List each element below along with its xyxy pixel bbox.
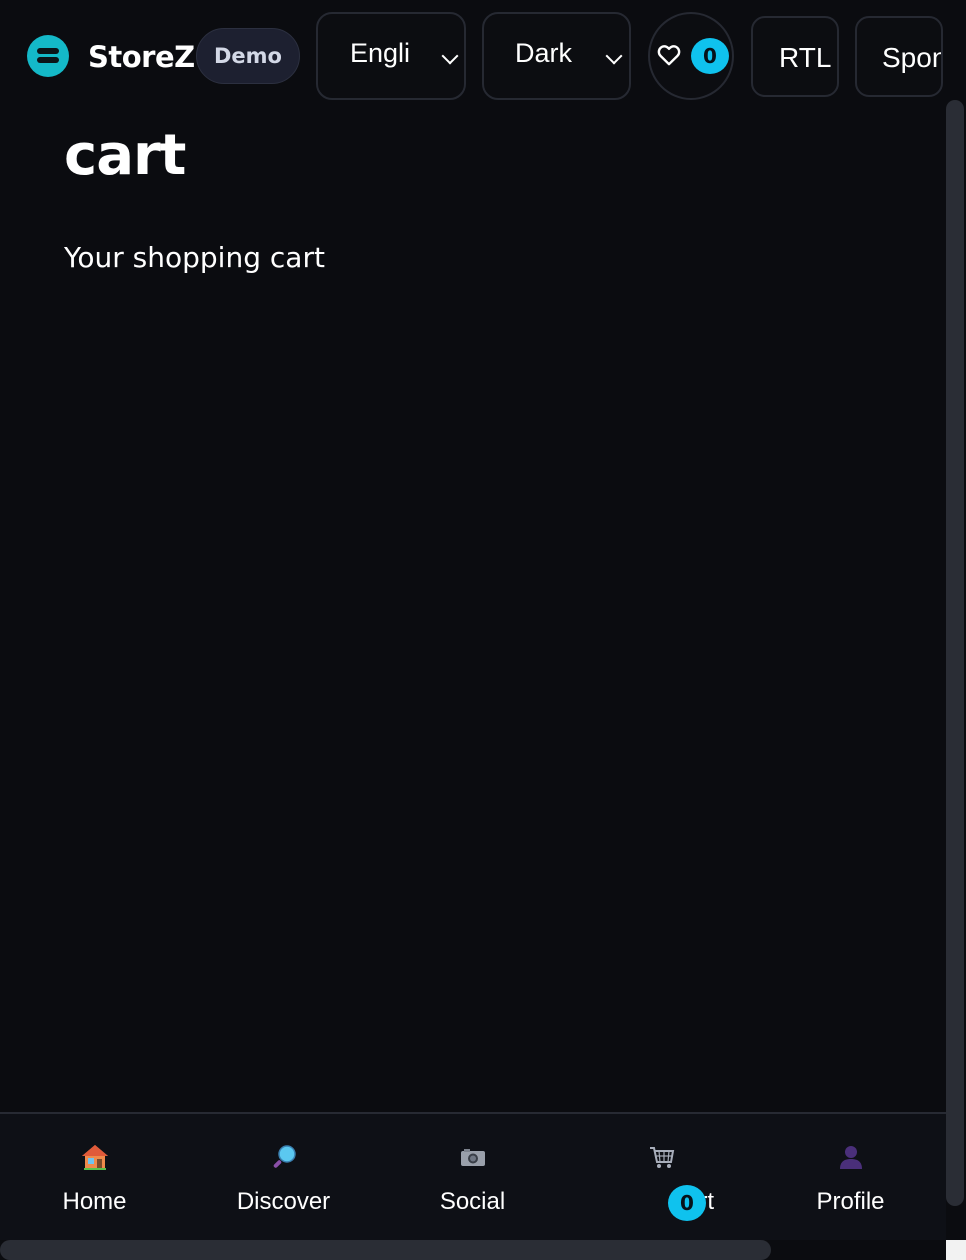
nav-label-home: Home — [62, 1188, 127, 1215]
chevron-down-icon — [605, 47, 623, 65]
nav-item-discover[interactable]: Discover — [189, 1114, 378, 1240]
favorites-count-badge: 0 — [691, 38, 729, 74]
main-content: cart Your shopping cart — [0, 110, 946, 1112]
house-icon — [81, 1145, 108, 1170]
vertical-scrollbar-thumb[interactable] — [946, 100, 964, 1206]
nav-label-social: Social — [439, 1188, 506, 1215]
scrollbar-corner — [946, 1240, 966, 1260]
page-subtitle: Your shopping cart — [64, 241, 325, 274]
demo-badge: Demo — [196, 28, 300, 84]
theme-select-value: Dark — [515, 38, 573, 68]
language-select[interactable]: Engli — [316, 12, 466, 100]
favorites-button[interactable]: 0 — [648, 12, 734, 100]
sponsor-button[interactable]: Spon — [855, 16, 943, 97]
logo-icon[interactable] — [27, 35, 69, 77]
camera-icon — [460, 1149, 485, 1166]
person-icon — [839, 1146, 862, 1169]
nav-label-profile: Profile — [816, 1188, 885, 1215]
app-viewport: StoreZ Demo Engli Dark 0 RTL Spon cart Y… — [0, 0, 966, 1260]
chevron-down-icon — [441, 47, 459, 65]
horizontal-scrollbar-thumb[interactable] — [0, 1240, 771, 1260]
cart-icon — [649, 1147, 674, 1168]
rtl-toggle-button[interactable]: RTL — [751, 16, 839, 97]
logo-bar-bottom — [37, 57, 59, 63]
magnifier-icon — [273, 1145, 296, 1168]
top-header: StoreZ Demo Engli Dark 0 RTL Spon — [0, 0, 946, 110]
cart-count-badge: 0 — [668, 1185, 706, 1221]
sponsor-label: Spon — [882, 42, 943, 73]
bottom-navigation: Home Discover Social 0 Profile — [0, 1112, 946, 1240]
heart-icon — [657, 45, 681, 66]
language-select-value: Engli — [350, 38, 411, 68]
rtl-label: RTL — [779, 42, 832, 73]
nav-item-home[interactable]: Home — [0, 1114, 189, 1240]
page-title: cart — [64, 123, 186, 188]
logo-bar-top — [37, 48, 59, 54]
nav-item-profile[interactable]: Profile — [756, 1114, 945, 1240]
nav-item-social[interactable]: Social — [378, 1114, 567, 1240]
nav-label-discover: Discover — [236, 1188, 331, 1215]
nav-item-cart[interactable]: Cart 0 — [567, 1114, 756, 1240]
theme-select[interactable]: Dark — [482, 12, 631, 100]
brand-name[interactable]: StoreZ — [88, 40, 195, 74]
